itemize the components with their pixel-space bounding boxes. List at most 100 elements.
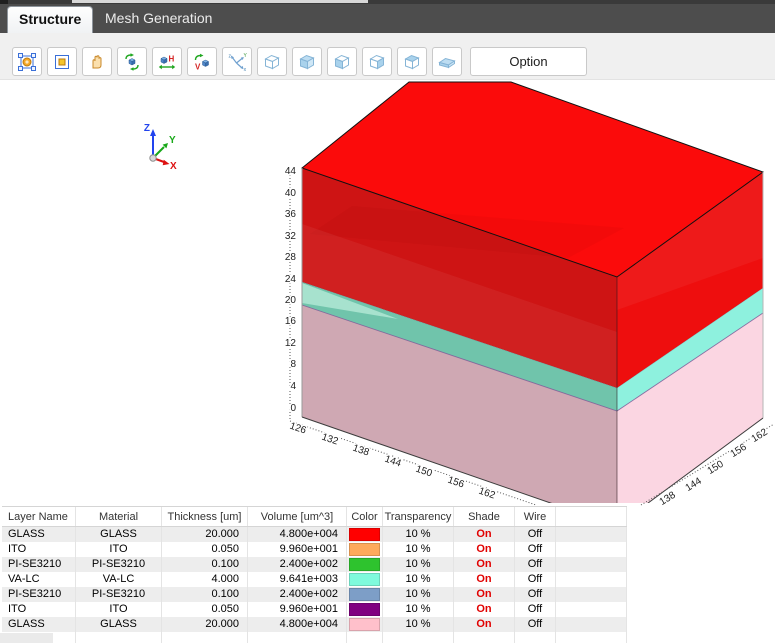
view-top-face-button[interactable]	[397, 47, 427, 76]
structure-window: { "tabs": [ { "label": "Structure", "act…	[0, 0, 775, 643]
wire-toggle[interactable]: Off	[515, 617, 556, 632]
svg-text:40: 40	[285, 188, 297, 199]
zoom-window-button[interactable]	[47, 47, 77, 76]
pan-button[interactable]	[82, 47, 112, 76]
pan-hand-icon	[87, 52, 107, 72]
move-vertical-button[interactable]: V	[187, 47, 217, 76]
view-shaded-button[interactable]	[292, 47, 322, 76]
cell-material: VA-LC	[76, 572, 162, 587]
rotate-3d-icon	[122, 52, 142, 72]
svg-text:162: 162	[750, 427, 770, 445]
tab-mesh-generation[interactable]: Mesh Generation	[97, 4, 220, 33]
cell-layer-name: PI-SE3210	[2, 557, 76, 572]
layer-stack-box	[302, 82, 763, 506]
cell-volume: 9.960e+001	[248, 602, 347, 617]
cell-transparency[interactable]: 10 %	[383, 617, 454, 632]
shade-toggle[interactable]: On	[454, 617, 515, 632]
table-row[interactable]: VA-LC VA-LC 4.000 9.641e+003 10 % On Off	[2, 572, 627, 587]
layer-color-swatch[interactable]	[349, 543, 380, 556]
wire-toggle[interactable]: Off	[515, 602, 556, 617]
wire-toggle[interactable]: Off	[515, 557, 556, 572]
toolbar: H V z Y x	[0, 33, 775, 80]
cell-transparency[interactable]: 10 %	[383, 572, 454, 587]
layer-color-swatch[interactable]	[349, 618, 380, 631]
cell-layer-name: GLASS	[2, 527, 76, 542]
view-front-face-button[interactable]	[327, 47, 357, 76]
col-header-transparency: Transparency	[383, 507, 454, 526]
cell-thickness: 0.100	[162, 587, 248, 602]
cell-transparency[interactable]: 10 %	[383, 542, 454, 557]
layer-color-swatch[interactable]	[349, 603, 380, 616]
option-button[interactable]: Option	[470, 47, 587, 76]
wire-toggle[interactable]: Off	[515, 542, 556, 557]
move-horizontal-button[interactable]: H	[152, 47, 182, 76]
shade-toggle[interactable]: On	[454, 557, 515, 572]
cell-transparency[interactable]: 10 %	[383, 602, 454, 617]
cell-thickness: 20.000	[162, 617, 248, 632]
table-row[interactable]: GLASS GLASS 20.000 4.800e+004 10 % On Of…	[2, 527, 627, 542]
wire-toggle[interactable]: Off	[515, 587, 556, 602]
table-empty-row	[2, 632, 627, 643]
cell-layer-name: PI-SE3210	[2, 587, 76, 602]
shade-toggle[interactable]: On	[454, 572, 515, 587]
cell-transparency[interactable]: 10 %	[383, 587, 454, 602]
table-row[interactable]: PI-SE3210 PI-SE3210 0.100 2.400e+002 10 …	[2, 587, 627, 602]
svg-text:H: H	[169, 54, 175, 63]
svg-text:Y: Y	[244, 52, 248, 58]
table-row[interactable]: GLASS GLASS 20.000 4.800e+004 10 % On Of…	[2, 617, 627, 632]
shade-toggle[interactable]: On	[454, 602, 515, 617]
z-arrow-icon	[150, 129, 156, 136]
x-axis-label: X	[170, 161, 177, 172]
layer-color-swatch[interactable]	[349, 558, 380, 571]
cell-layer-name: ITO	[2, 602, 76, 617]
cell-volume: 4.800e+004	[248, 617, 347, 632]
shade-toggle[interactable]: On	[454, 527, 515, 542]
zoom-window-icon	[52, 52, 72, 72]
svg-text:44: 44	[285, 166, 297, 177]
structure-3d-view[interactable]: 44 40 36 32 28 24 20 16 12 8 4 0 126 132…	[0, 80, 775, 506]
svg-text:x: x	[244, 67, 247, 72]
svg-text:20: 20	[285, 295, 297, 306]
layer-table: Layer Name Material Thickness [um] Volum…	[2, 506, 627, 643]
layer-color-swatch[interactable]	[349, 588, 380, 601]
cell-thickness: 0.050	[162, 602, 248, 617]
x-arrow-icon	[163, 160, 170, 165]
cell-volume: 9.641e+003	[248, 572, 347, 587]
move-vertical-icon: V	[192, 52, 212, 72]
svg-text:8: 8	[290, 359, 296, 370]
rotate-3d-button[interactable]	[117, 47, 147, 76]
svg-text:0: 0	[290, 403, 296, 414]
cell-volume: 2.400e+002	[248, 557, 347, 572]
svg-text:144: 144	[684, 476, 704, 494]
svg-text:156: 156	[446, 475, 466, 491]
shade-toggle[interactable]: On	[454, 587, 515, 602]
cell-thickness: 0.100	[162, 557, 248, 572]
svg-text:36: 36	[285, 209, 297, 220]
triad-origin-sphere	[150, 155, 156, 161]
cell-transparency[interactable]: 10 %	[383, 527, 454, 542]
svg-text:156: 156	[729, 442, 749, 460]
tab-structure[interactable]: Structure	[7, 6, 93, 33]
cell-layer-name: GLASS	[2, 617, 76, 632]
fit-view-button[interactable]	[12, 47, 42, 76]
cell-volume: 4.800e+004	[248, 527, 347, 542]
table-row[interactable]: PI-SE3210 PI-SE3210 0.100 2.400e+002 10 …	[2, 557, 627, 572]
layer-color-swatch[interactable]	[349, 528, 380, 541]
table-row[interactable]: ITO ITO 0.050 9.960e+001 10 % On Off	[2, 602, 627, 617]
cell-transparency[interactable]: 10 %	[383, 557, 454, 572]
view-right-face-button[interactable]	[362, 47, 392, 76]
axis-triad-button[interactable]: z Y x	[222, 47, 252, 76]
col-header-layer-name: Layer Name	[2, 507, 76, 526]
wire-toggle[interactable]: Off	[515, 572, 556, 587]
svg-text:138: 138	[351, 443, 371, 459]
view-shaded-cube-icon	[297, 52, 317, 72]
view-isometric-button[interactable]	[257, 47, 287, 76]
cell-thickness: 4.000	[162, 572, 248, 587]
layer-color-swatch[interactable]	[349, 573, 380, 586]
col-header-material: Material	[76, 507, 162, 526]
table-row[interactable]: ITO ITO 0.050 9.960e+001 10 % On Off	[2, 542, 627, 557]
svg-text:144: 144	[383, 454, 403, 470]
shade-toggle[interactable]: On	[454, 542, 515, 557]
wire-toggle[interactable]: Off	[515, 527, 556, 542]
view-sheared-button[interactable]	[432, 47, 462, 76]
